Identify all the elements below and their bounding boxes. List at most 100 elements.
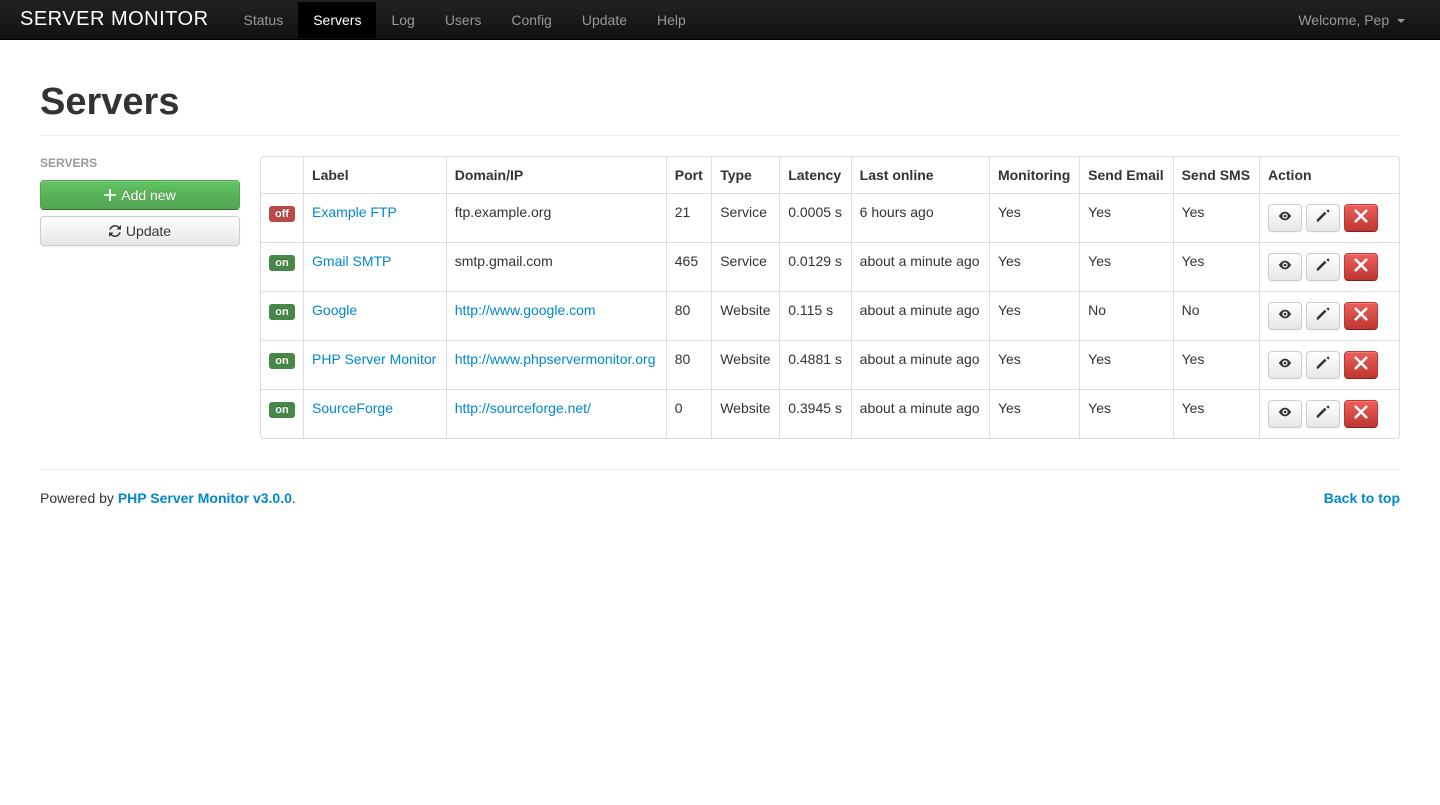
edit-button[interactable]: [1306, 351, 1340, 379]
status-badge: on: [269, 402, 294, 418]
server-label-link[interactable]: Example FTP: [312, 204, 397, 220]
action-group: [1268, 253, 1391, 281]
col-last-online: Last online: [851, 157, 989, 193]
close-icon: [1354, 258, 1368, 275]
footer-left: Powered by PHP Server Monitor v3.0.0.: [40, 490, 296, 506]
delete-button[interactable]: [1344, 351, 1378, 379]
status-cell: off: [261, 193, 303, 242]
server-label-link[interactable]: SourceForge: [312, 400, 393, 416]
action-cell: [1259, 340, 1399, 389]
view-button[interactable]: [1268, 204, 1302, 232]
type-cell: Website: [711, 389, 779, 438]
domain-cell: ftp.example.org: [446, 193, 666, 242]
status-cell: on: [261, 242, 303, 291]
domain-link[interactable]: http://www.phpservermonitor.org: [455, 351, 656, 367]
last-online-cell: about a minute ago: [851, 389, 989, 438]
label-cell: Google: [303, 291, 446, 340]
domain-cell: http://sourceforge.net/: [446, 389, 666, 438]
col-send-email: Send Email: [1079, 157, 1172, 193]
action-cell: [1259, 291, 1399, 340]
edit-button[interactable]: [1306, 253, 1340, 281]
delete-button[interactable]: [1344, 253, 1378, 281]
domain-cell: smtp.gmail.com: [446, 242, 666, 291]
last-online-cell: about a minute ago: [851, 340, 989, 389]
label-cell: Example FTP: [303, 193, 446, 242]
table-row: offExample FTPftp.example.org21Service0.…: [261, 193, 1399, 242]
port-cell: 465: [666, 242, 711, 291]
nav-link[interactable]: Servers: [298, 2, 376, 38]
edit-button[interactable]: [1306, 204, 1340, 232]
latency-cell: 0.115 s: [779, 291, 850, 340]
add-new-label: Add new: [121, 185, 175, 205]
server-label-link[interactable]: Gmail SMTP: [312, 253, 391, 269]
type-cell: Service: [711, 193, 779, 242]
nav-link[interactable]: Users: [430, 2, 497, 38]
type-cell: Service: [711, 242, 779, 291]
status-cell: on: [261, 389, 303, 438]
eye-icon: [1278, 307, 1292, 324]
back-to-top-link[interactable]: Back to top: [1324, 490, 1400, 506]
status-cell: on: [261, 340, 303, 389]
view-button[interactable]: [1268, 302, 1302, 330]
close-icon: [1354, 405, 1368, 422]
edit-button[interactable]: [1306, 302, 1340, 330]
delete-button[interactable]: [1344, 400, 1378, 428]
send-email-cell: Yes: [1079, 340, 1172, 389]
send-email-cell: Yes: [1079, 389, 1172, 438]
action-group: [1268, 400, 1391, 428]
nav-item-status[interactable]: Status: [229, 2, 299, 38]
add-new-button[interactable]: Add new: [40, 180, 240, 210]
delete-button[interactable]: [1344, 302, 1378, 330]
latency-cell: 0.0129 s: [779, 242, 850, 291]
col-domain: Domain/IP: [446, 157, 666, 193]
table-row: on SourceForge http://sourceforge.net/0Web…: [261, 389, 1399, 438]
nav-link[interactable]: Status: [229, 2, 299, 38]
col-action: Action: [1259, 157, 1399, 193]
nav-link[interactable]: Help: [642, 2, 701, 38]
server-label-link[interactable]: PHP Server Monitor: [312, 351, 436, 367]
monitoring-cell: Yes: [989, 242, 1079, 291]
page-title: Servers: [40, 80, 1400, 126]
col-type: Type: [711, 157, 779, 193]
server-label-link[interactable]: Google: [312, 302, 357, 318]
type-cell: Website: [711, 291, 779, 340]
view-button[interactable]: [1268, 351, 1302, 379]
port-cell: 0: [666, 389, 711, 438]
send-sms-cell: Yes: [1173, 242, 1259, 291]
latency-cell: 0.0005 s: [779, 193, 850, 242]
last-online-cell: 6 hours ago: [851, 193, 989, 242]
nav-link[interactable]: Update: [567, 2, 642, 38]
nav-item-servers[interactable]: Servers: [298, 2, 376, 38]
view-button[interactable]: [1268, 253, 1302, 281]
edit-button[interactable]: [1306, 400, 1340, 428]
domain-link[interactable]: http://sourceforge.net/: [455, 400, 591, 416]
nav-user-link[interactable]: Welcome, Pep: [1283, 2, 1420, 38]
servers-table: Label Domain/IP Port Type Latency Last o…: [260, 156, 1400, 439]
nav-item-users[interactable]: Users: [430, 2, 497, 38]
label-cell: SourceForge: [303, 389, 446, 438]
nav-link[interactable]: Config: [496, 2, 566, 38]
nav-item-config[interactable]: Config: [496, 2, 566, 38]
delete-button[interactable]: [1344, 204, 1378, 232]
pencil-icon: [1316, 405, 1330, 422]
update-button[interactable]: Update: [40, 216, 240, 246]
product-link[interactable]: PHP Server Monitor v3.0.0: [118, 490, 292, 506]
nav-user-label: Welcome, Pep: [1298, 12, 1389, 28]
brand: SERVER MONITOR: [20, 8, 209, 31]
nav-item-log[interactable]: Log: [376, 2, 429, 38]
nav-item-update[interactable]: Update: [567, 2, 642, 38]
view-button[interactable]: [1268, 400, 1302, 428]
domain-link[interactable]: http://www.google.com: [455, 302, 596, 318]
nav-item-help[interactable]: Help: [642, 2, 701, 38]
nav-list: StatusServersLogUsersConfigUpdateHelp: [229, 2, 1284, 38]
monitoring-cell: Yes: [989, 193, 1079, 242]
nav-link[interactable]: Log: [376, 2, 429, 38]
action-cell: [1259, 242, 1399, 291]
col-label: Label: [303, 157, 446, 193]
port-cell: 80: [666, 291, 711, 340]
nav-user[interactable]: Welcome, Pep: [1283, 2, 1420, 38]
send-email-cell: Yes: [1079, 193, 1172, 242]
close-icon: [1354, 307, 1368, 324]
close-icon: [1354, 209, 1368, 226]
send-sms-cell: Yes: [1173, 193, 1259, 242]
